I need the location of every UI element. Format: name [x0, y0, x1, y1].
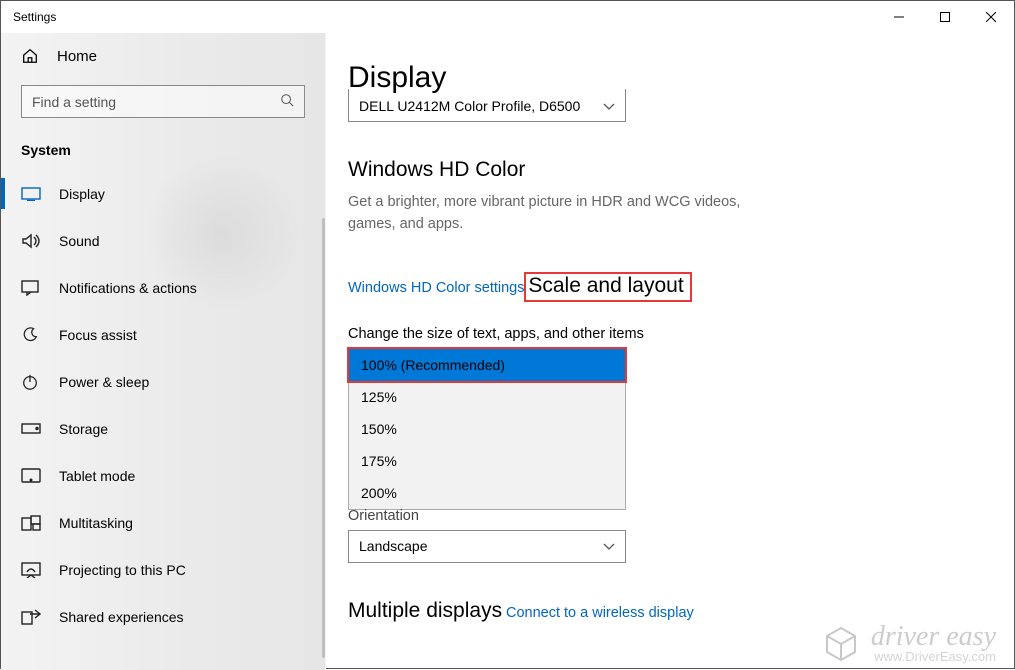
sidebar-item-projecting[interactable]: Projecting to this PC — [1, 546, 325, 593]
home-nav[interactable]: Home — [1, 39, 325, 73]
scale-label: Change the size of text, apps, and other… — [348, 326, 1014, 342]
sidebar-item-sound[interactable]: Sound — [1, 217, 325, 264]
sidebar-item-label: Tablet mode — [59, 468, 135, 484]
sidebar: Home Find a setting System Display Sound… — [1, 33, 326, 670]
nav-list: Display Sound Notifications & actions Fo… — [1, 170, 325, 640]
focus-assist-icon — [21, 326, 41, 344]
color-profile-value: DELL U2412M Color Profile, D6500 — [359, 98, 580, 114]
sidebar-item-storage[interactable]: Storage — [1, 405, 325, 452]
sidebar-item-label: Sound — [59, 233, 99, 249]
maximize-button[interactable] — [922, 1, 968, 33]
watermark-brand: driver easy — [871, 624, 996, 649]
sound-icon — [21, 232, 41, 250]
search-placeholder: Find a setting — [32, 94, 116, 110]
watermark-url: www.DriverEasy.com — [871, 649, 996, 664]
watermark: driver easy www.DriverEasy.com — [821, 624, 996, 664]
close-button[interactable] — [968, 1, 1014, 33]
sidebar-scrollbar[interactable] — [322, 218, 325, 658]
category-heading: System — [1, 118, 325, 170]
search-icon — [280, 93, 294, 110]
display-icon — [21, 185, 41, 203]
chevron-down-icon — [603, 98, 615, 114]
sidebar-item-shared[interactable]: Shared experiences — [1, 593, 325, 640]
chevron-down-icon — [603, 538, 615, 554]
sidebar-item-label: Focus assist — [59, 327, 137, 343]
sidebar-item-notifications[interactable]: Notifications & actions — [1, 264, 325, 311]
main-content: Display DELL U2412M Color Profile, D6500… — [326, 33, 1014, 670]
sidebar-item-label: Display — [59, 186, 105, 202]
storage-icon — [21, 420, 41, 438]
sidebar-item-label: Storage — [59, 421, 108, 437]
scale-option-200[interactable]: 200% — [349, 477, 625, 509]
notifications-icon — [21, 279, 41, 297]
sidebar-item-label: Power & sleep — [59, 374, 149, 390]
sidebar-item-display[interactable]: Display — [1, 170, 325, 217]
sidebar-item-power[interactable]: Power & sleep — [1, 358, 325, 405]
sidebar-item-label: Multitasking — [59, 515, 133, 531]
scale-layout-heading: Scale and layout — [524, 272, 691, 302]
projecting-icon — [21, 561, 41, 579]
home-icon — [21, 47, 39, 65]
sidebar-item-focus-assist[interactable]: Focus assist — [1, 311, 325, 358]
search-input[interactable]: Find a setting — [21, 85, 305, 118]
sidebar-item-label: Projecting to this PC — [59, 562, 186, 578]
sidebar-item-tablet[interactable]: Tablet mode — [1, 452, 325, 499]
sidebar-item-label: Shared experiences — [59, 609, 184, 625]
scale-option-175[interactable]: 175% — [349, 445, 625, 477]
orientation-value: Landscape — [359, 538, 428, 554]
minimize-button[interactable] — [876, 1, 922, 33]
titlebar: Settings — [1, 1, 1014, 33]
home-label: Home — [57, 48, 97, 65]
power-icon — [21, 373, 41, 391]
hd-color-desc: Get a brighter, more vibrant picture in … — [348, 192, 778, 236]
scale-option-150[interactable]: 150% — [349, 413, 625, 445]
orientation-dropdown[interactable]: Landscape — [348, 530, 626, 563]
hd-color-link[interactable]: Windows HD Color settings — [348, 280, 524, 296]
watermark-cube-icon — [821, 624, 861, 664]
hd-color-heading: Windows HD Color — [348, 158, 525, 182]
orientation-label-partial: Orientation — [348, 508, 419, 524]
scale-dropdown-open[interactable]: 100% (Recommended) 125% 150% 175% 200% — [348, 348, 626, 510]
scale-option-125[interactable]: 125% — [349, 381, 625, 413]
shared-icon — [21, 608, 41, 626]
sidebar-item-label: Notifications & actions — [59, 280, 197, 296]
window-title: Settings — [13, 10, 56, 24]
sidebar-item-multitasking[interactable]: Multitasking — [1, 499, 325, 546]
tablet-icon — [21, 467, 41, 485]
wireless-display-link[interactable]: Connect to a wireless display — [506, 605, 694, 621]
multitasking-icon — [21, 514, 41, 532]
multiple-displays-heading: Multiple displays — [348, 599, 502, 623]
scale-option-100[interactable]: 100% (Recommended) — [349, 349, 625, 381]
